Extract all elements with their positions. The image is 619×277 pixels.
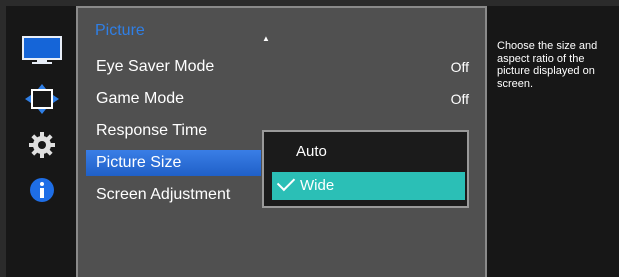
menu-item-label: Picture Size: [96, 154, 182, 171]
menu-item-game-mode[interactable]: Game Mode Off: [78, 86, 487, 112]
menu-item-label: Screen Adjustment: [96, 186, 231, 203]
checkmark-icon: [276, 172, 296, 192]
monitor-osd: Picture ▲ Eye Saver Mode Off Game Mode O…: [0, 0, 619, 277]
menu-title: Picture: [95, 22, 145, 39]
menu-item-picture-size[interactable]: Picture Size: [86, 150, 261, 176]
option-label: Wide: [300, 177, 335, 194]
picture-menu-panel: Picture ▲ Eye Saver Mode Off Game Mode O…: [76, 6, 487, 277]
gear-icon[interactable]: [19, 128, 65, 162]
menu-item-response-time[interactable]: Response Time: [78, 118, 258, 144]
menu-item-screen-adjustment[interactable]: Screen Adjustment: [78, 182, 258, 208]
menu-item-value: Off: [450, 59, 469, 75]
picture-icon[interactable]: [19, 34, 65, 68]
menu-item-label: Eye Saver Mode: [96, 58, 215, 75]
option-label: Auto: [296, 143, 327, 160]
option-auto[interactable]: Auto: [272, 138, 465, 166]
menu-item-value: Off: [450, 91, 469, 107]
help-description: Choose the size and aspect ratio of the …: [497, 40, 598, 90]
scroll-up-arrow-icon[interactable]: ▲: [262, 34, 270, 43]
help-panel: Choose the size and aspect ratio of the …: [487, 6, 619, 277]
menu-item-label: Game Mode: [96, 90, 185, 107]
info-icon[interactable]: [19, 173, 65, 207]
category-sidebar: [6, 6, 76, 277]
onscreen-display-icon[interactable]: [19, 82, 65, 116]
menu-item-label: Response Time: [96, 122, 208, 139]
menu-item-eye-saver-mode[interactable]: Eye Saver Mode Off: [78, 54, 487, 80]
picture-size-submenu: Auto Wide: [262, 130, 469, 208]
option-wide[interactable]: Wide: [272, 172, 465, 200]
